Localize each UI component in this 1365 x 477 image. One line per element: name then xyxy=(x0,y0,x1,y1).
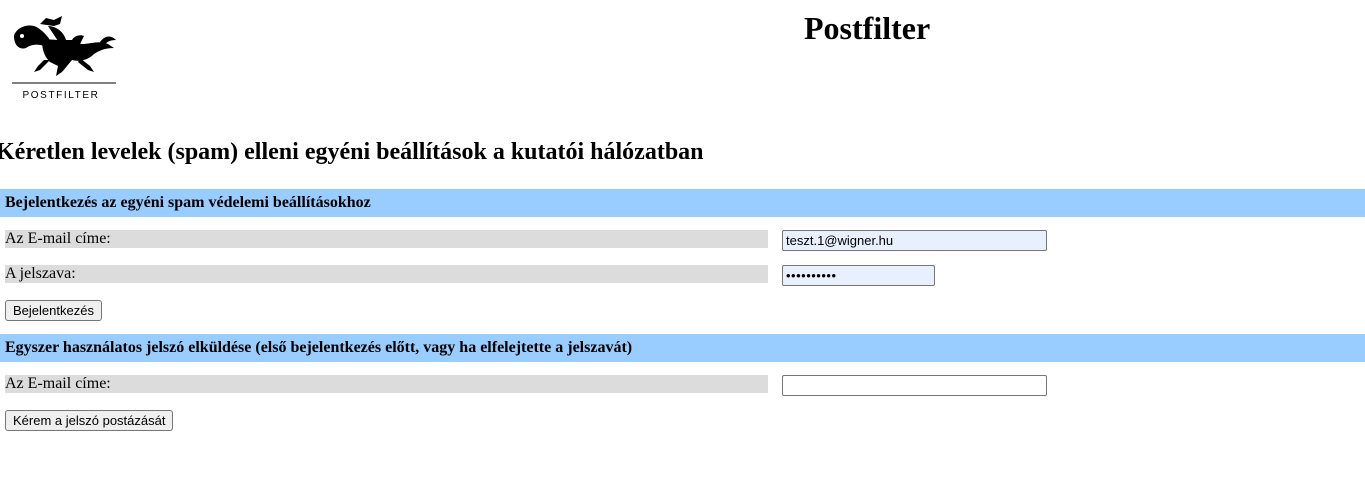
postfilter-logo: POSTFILTER xyxy=(10,14,118,104)
otp-section-title: Egyszer használatos jelszó elküldése (el… xyxy=(0,334,1365,362)
login-password-input[interactable] xyxy=(782,265,935,286)
horse-rider-logo-icon xyxy=(12,16,116,84)
logo-text: POSTFILTER xyxy=(22,90,100,101)
login-email-input[interactable] xyxy=(782,230,1047,251)
login-button[interactable]: Bejelentkezés xyxy=(5,300,102,321)
page-heading: Kéretlen levelek (spam) elleni egyéni be… xyxy=(0,139,704,165)
send-password-button[interactable]: Kérem a jelszó postázását xyxy=(5,410,174,431)
otp-email-label: Az E-mail címe: xyxy=(5,375,768,393)
otp-email-input[interactable] xyxy=(782,375,1047,396)
login-password-label: A jelszava: xyxy=(5,265,768,283)
site-title: Postfilter xyxy=(804,10,931,46)
login-email-label: Az E-mail címe: xyxy=(5,230,768,248)
login-section-title: Bejelentkezés az egyéni spam védelemi be… xyxy=(0,189,1365,217)
